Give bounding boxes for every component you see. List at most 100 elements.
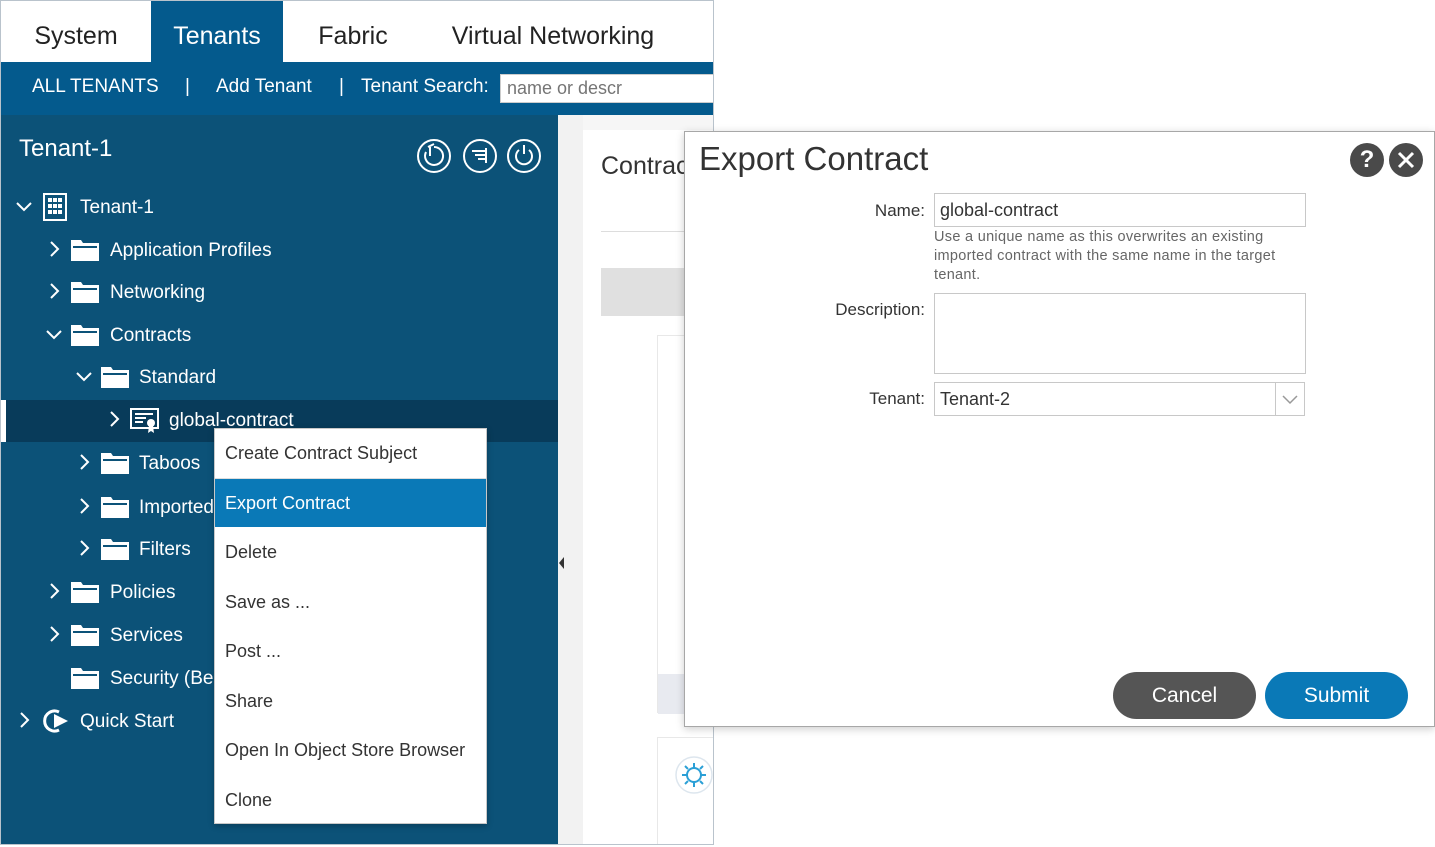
menu-item-label: Export Contract xyxy=(225,493,351,513)
menu-item-export-contract[interactable]: Export Contract xyxy=(215,479,486,527)
tenant-select[interactable]: Tenant-2 xyxy=(934,382,1305,416)
list-filter-icon xyxy=(472,148,487,163)
all-tenants-link[interactable]: ALL TENANTS xyxy=(32,76,159,98)
content-title: Contrac xyxy=(601,152,689,180)
folder-icon xyxy=(101,453,129,474)
folder-icon xyxy=(71,582,99,603)
name-value: global-contract xyxy=(940,200,1059,220)
building-icon xyxy=(43,193,67,221)
collapse-arrow-icon[interactable] xyxy=(558,553,566,573)
tree-item-label: Policies xyxy=(110,582,176,603)
name-hint: Use a unique name as this overwrites an … xyxy=(934,229,1276,283)
tab-label: Virtual Networking xyxy=(451,22,655,50)
menu-item-create-contract-subject[interactable]: Create Contract Subject xyxy=(215,429,486,477)
menu-item-save-as[interactable]: Save as ... xyxy=(215,578,486,626)
tree-item-label: Standard xyxy=(139,367,217,388)
menu-item-label: Share xyxy=(225,691,274,711)
tree-item-label: Security (Be xyxy=(110,668,214,689)
chevron-right-icon[interactable] xyxy=(75,495,93,517)
history-icon xyxy=(424,143,445,166)
tree-item-networking[interactable]: Networking xyxy=(1,272,558,314)
history-back-button[interactable] xyxy=(417,139,451,173)
filter-list-button[interactable] xyxy=(463,139,497,173)
tenant-label: Tenant: xyxy=(869,389,925,408)
nav-separator: | xyxy=(185,76,190,97)
menu-item-open-object-store-browser[interactable]: Open In Object Store Browser xyxy=(215,726,486,774)
tree-item-label: Networking xyxy=(110,282,206,303)
chevron-down-icon[interactable] xyxy=(75,365,93,387)
tab-fabric[interactable]: Fabric xyxy=(283,1,423,62)
chevron-right-icon[interactable] xyxy=(45,280,63,302)
chevron-right-icon[interactable] xyxy=(45,238,63,260)
folder-icon xyxy=(71,668,99,689)
menu-item-share[interactable]: Share xyxy=(215,677,486,725)
tree-item-label: Imported xyxy=(139,497,214,518)
chevron-right-icon[interactable] xyxy=(105,408,123,430)
tree-item-label: Services xyxy=(110,625,183,646)
chevron-down-icon xyxy=(1282,395,1298,405)
nav-separator: | xyxy=(339,76,344,97)
menu-item-label: Open In Object Store Browser xyxy=(225,740,466,760)
name-field[interactable]: global-contract xyxy=(934,193,1306,227)
export-contract-dialog: Export Contract ? Name: global-contract … xyxy=(684,131,1435,727)
tab-label: Tenants xyxy=(173,22,261,50)
tenant-search-input[interactable] xyxy=(500,74,713,103)
folder-icon xyxy=(71,240,99,261)
chevron-right-icon[interactable] xyxy=(45,623,63,645)
chevron-down-icon[interactable] xyxy=(45,323,63,345)
tree-item-label: Quick Start xyxy=(80,711,174,732)
tab-tenants[interactable]: Tenants xyxy=(151,1,283,62)
description-label: Description: xyxy=(835,300,925,319)
refresh-button[interactable] xyxy=(507,139,541,173)
content-panel xyxy=(657,737,713,844)
menu-item-label: Post ... xyxy=(225,641,282,661)
submit-button[interactable]: Submit xyxy=(1265,672,1408,719)
refresh-icon xyxy=(515,145,533,166)
chevron-down-icon[interactable] xyxy=(15,195,33,217)
add-tenant-link[interactable]: Add Tenant xyxy=(216,76,312,98)
tenant-search-label: Tenant Search: xyxy=(361,76,489,97)
menu-item-label: Create Contract Subject xyxy=(225,443,418,463)
close-button[interactable] xyxy=(1389,143,1423,177)
pane-divider[interactable] xyxy=(558,115,583,844)
chevron-right-icon[interactable] xyxy=(75,537,93,559)
menu-item-delete[interactable]: Delete xyxy=(215,528,486,576)
chevron-right-icon[interactable] xyxy=(75,451,93,473)
tab-system[interactable]: System xyxy=(1,1,151,62)
tenant-dropdown-toggle[interactable] xyxy=(1275,383,1304,415)
cancel-button[interactable]: Cancel xyxy=(1113,672,1256,719)
help-icon: ? xyxy=(1359,146,1375,173)
quick-start-icon xyxy=(43,709,68,733)
folder-icon xyxy=(101,367,129,388)
tree-item-label: Filters xyxy=(139,539,191,560)
close-icon xyxy=(1397,151,1415,169)
folder-icon xyxy=(101,539,129,560)
menu-item-clone[interactable]: Clone xyxy=(215,776,486,824)
chevron-right-icon[interactable] xyxy=(45,580,63,602)
top-nav: System Tenants Fabric Virtual Networking xyxy=(1,1,713,62)
folder-icon xyxy=(71,325,99,346)
folder-icon xyxy=(71,625,99,646)
chevron-right-icon[interactable] xyxy=(15,709,33,731)
selection-indicator xyxy=(1,400,6,442)
context-menu: Create Contract Subject Export Contract … xyxy=(214,428,487,824)
help-button[interactable]: ? xyxy=(1350,143,1384,177)
contract-icon xyxy=(130,408,159,433)
menu-item-label: Delete xyxy=(225,542,278,562)
folder-icon xyxy=(71,282,99,303)
name-label: Name: xyxy=(874,201,925,220)
tab-label: Fabric xyxy=(318,22,388,50)
tree-item-contracts[interactable]: Contracts xyxy=(1,315,558,357)
policy-icon xyxy=(675,756,713,794)
tab-label: System xyxy=(34,22,118,50)
sub-nav: ALL TENANTS | Add Tenant | Tenant Search… xyxy=(1,62,713,115)
tree-item-label: Taboos xyxy=(139,453,201,474)
pane-title: Tenant-1 xyxy=(19,135,113,162)
tree-item-standard[interactable]: Standard xyxy=(1,357,558,399)
tab-virtual-networking[interactable]: Virtual Networking xyxy=(423,1,683,62)
tree-item-application-profiles[interactable]: Application Profiles xyxy=(1,230,558,272)
tree-item-tenant-1[interactable]: Tenant-1 xyxy=(1,187,558,229)
menu-item-post[interactable]: Post ... xyxy=(215,627,486,675)
menu-item-label: Save as ... xyxy=(225,592,311,612)
description-field[interactable] xyxy=(934,293,1306,374)
